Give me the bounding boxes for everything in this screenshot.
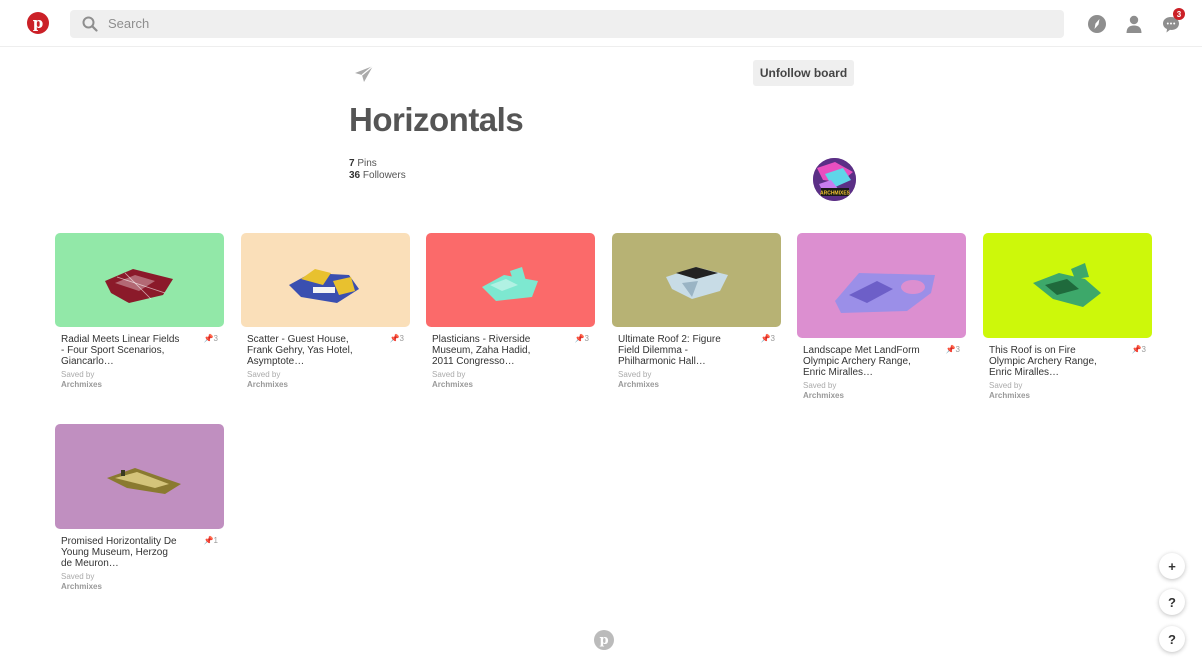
saved-by-label: Saved by (247, 370, 281, 379)
pin-title[interactable]: Scatter - Guest House, Frank Gehry, Yas … (247, 334, 367, 367)
pin-image[interactable] (55, 233, 224, 327)
pin-card[interactable]: Promised Horizontality De Young Museum, … (55, 424, 224, 592)
followers-label: Followers (362, 170, 406, 181)
unfollow-board-button[interactable]: Unfollow board (753, 60, 854, 86)
saved-by-label: Saved by (61, 370, 95, 379)
repin-count: 📌1 (203, 536, 218, 545)
repin-count: 📌3 (574, 334, 589, 343)
pins-stat[interactable]: 7 Pins (349, 158, 406, 170)
pinterest-logo-icon[interactable]: p (27, 12, 49, 34)
pin-card[interactable]: This Roof is on Fire Olympic Archery Ran… (983, 233, 1152, 401)
top-navigation-bar: p Search 3 (0, 0, 1202, 47)
explore-compass-icon[interactable] (1087, 14, 1107, 34)
pin-card[interactable]: Landscape Met LandForm Olympic Archery R… (797, 233, 966, 401)
saved-by: Saved by Archmixes (55, 572, 224, 592)
send-board-icon[interactable] (354, 64, 374, 84)
saved-by-user-link[interactable]: Archmixes (618, 380, 775, 390)
search-icon (82, 16, 98, 32)
pin-title[interactable]: This Roof is on Fire Olympic Archery Ran… (989, 345, 1109, 378)
pin-title[interactable]: Promised Horizontality De Young Museum, … (61, 536, 181, 569)
saved-by: Saved by Archmixes (797, 381, 966, 401)
footer-pinterest-logo-icon[interactable]: p (594, 630, 614, 650)
saved-by: Saved by Archmixes (612, 370, 781, 390)
pin-description: Scatter - Guest House, Frank Gehry, Yas … (241, 334, 410, 367)
pin-card[interactable]: Scatter - Guest House, Frank Gehry, Yas … (241, 233, 410, 390)
saved-by-user-link[interactable]: Archmixes (247, 380, 404, 390)
saved-by-label: Saved by (803, 381, 837, 390)
avatar-image: ARCHMIXES (813, 158, 856, 201)
pin-image[interactable] (612, 233, 781, 327)
saved-by-user-link[interactable]: Archmixes (989, 391, 1146, 401)
pin-description: Plasticians - Riverside Museum, Zaha Had… (426, 334, 595, 367)
notification-badge: 3 (1173, 8, 1185, 20)
pin-card[interactable]: Plasticians - Riverside Museum, Zaha Had… (426, 233, 595, 390)
saved-by-user-link[interactable]: Archmixes (432, 380, 589, 390)
repin-count: 📌3 (389, 334, 404, 343)
pin-title[interactable]: Radial Meets Linear Fields - Four Sport … (61, 334, 181, 367)
saved-by: Saved by Archmixes (983, 381, 1152, 401)
pins-count: 7 (349, 158, 355, 169)
pin-image[interactable] (983, 233, 1152, 338)
pin-description: Promised Horizontality De Young Museum, … (55, 536, 224, 569)
pin-description: This Roof is on Fire Olympic Archery Ran… (983, 345, 1152, 378)
help-button-secondary[interactable]: ? (1159, 626, 1185, 652)
saved-by: Saved by Archmixes (55, 370, 224, 390)
pin-description: Landscape Met LandForm Olympic Archery R… (797, 345, 966, 378)
profile-icon[interactable] (1124, 14, 1144, 34)
help-button[interactable]: ? (1159, 589, 1185, 615)
pin-image[interactable] (55, 424, 224, 529)
search-input[interactable]: Search (70, 10, 1064, 38)
saved-by-label: Saved by (432, 370, 466, 379)
saved-by: Saved by Archmixes (241, 370, 410, 390)
pin-image[interactable] (241, 233, 410, 327)
followers-count: 36 (349, 170, 361, 181)
search-placeholder: Search (108, 16, 150, 31)
repin-count: 📌3 (945, 345, 960, 354)
saved-by: Saved by Archmixes (426, 370, 595, 390)
board-stats: 7 Pins 36 Followers (349, 158, 406, 182)
pin-description: Ultimate Roof 2: Figure Field Dilemma - … (612, 334, 781, 367)
add-pin-button[interactable]: + (1159, 553, 1185, 579)
pin-title[interactable]: Plasticians - Riverside Museum, Zaha Had… (432, 334, 552, 367)
pin-card[interactable]: Ultimate Roof 2: Figure Field Dilemma - … (612, 233, 781, 390)
saved-by-label: Saved by (61, 572, 95, 581)
pin-title[interactable]: Landscape Met LandForm Olympic Archery R… (803, 345, 923, 378)
board-title: Horizontals (349, 101, 524, 138)
saved-by-user-link[interactable]: Archmixes (803, 391, 960, 401)
pin-image[interactable] (426, 233, 595, 327)
saved-by-label: Saved by (989, 381, 1023, 390)
board-owner-avatar[interactable]: ARCHMIXES (813, 158, 856, 201)
pin-description: Radial Meets Linear Fields - Four Sport … (55, 334, 224, 367)
pin-title[interactable]: Ultimate Roof 2: Figure Field Dilemma - … (618, 334, 738, 367)
pins-label: Pins (357, 158, 377, 169)
repin-count: 📌3 (1131, 345, 1146, 354)
pin-image[interactable] (797, 233, 966, 338)
saved-by-user-link[interactable]: Archmixes (61, 380, 218, 390)
svg-text:ARCHMIXES: ARCHMIXES (820, 191, 851, 197)
saved-by-label: Saved by (618, 370, 652, 379)
repin-count: 📌3 (203, 334, 218, 343)
followers-stat[interactable]: 36 Followers (349, 170, 406, 182)
repin-count: 📌3 (760, 334, 775, 343)
pin-card[interactable]: Radial Meets Linear Fields - Four Sport … (55, 233, 224, 390)
saved-by-user-link[interactable]: Archmixes (61, 582, 218, 592)
